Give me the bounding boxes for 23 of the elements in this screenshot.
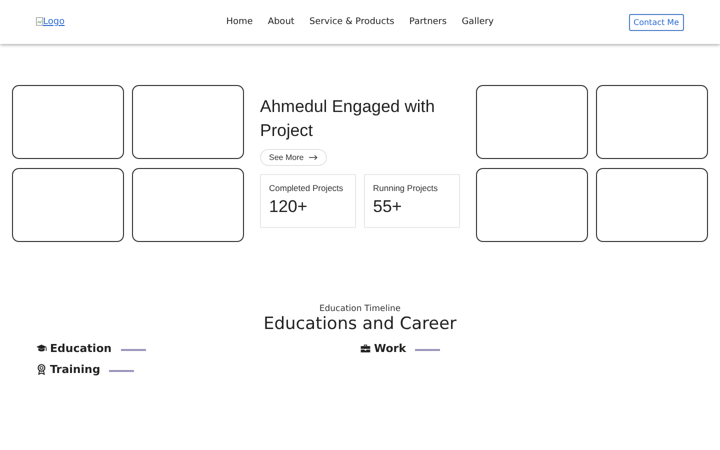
stat-value: 55+	[373, 197, 403, 217]
stat-value: 120+	[269, 197, 308, 217]
award-icon	[36, 364, 47, 375]
timeline-heading: Education	[50, 342, 112, 355]
nav-link[interactable]: About	[268, 17, 294, 27]
nav-link[interactable]: Gallery	[462, 17, 494, 27]
stat-label: Running Projects	[373, 183, 439, 193]
nav-link[interactable]: Partners	[409, 17, 447, 27]
broken-image-icon	[36, 17, 43, 26]
section-eyebrow: Education Timeline	[318, 304, 402, 314]
section-title: Educations and Career	[262, 314, 458, 334]
see-more-button[interactable]: See More	[260, 149, 327, 166]
stat-label: Completed Projects	[269, 183, 344, 193]
timeline-heading: Work	[374, 342, 406, 355]
logo-link[interactable]: Logo	[36, 17, 226, 27]
nav-link[interactable]: Home	[226, 17, 253, 27]
arrow-right-icon	[308, 154, 318, 161]
hero-title: Ahmedul Engaged with Project	[260, 96, 436, 142]
nav-link[interactable]: Service & Products	[309, 17, 394, 27]
graduation-cap-icon	[36, 343, 47, 354]
timeline-heading: Training	[50, 363, 100, 376]
briefcase-icon	[360, 343, 371, 354]
contact-button[interactable]: Contact Me	[628, 14, 684, 30]
